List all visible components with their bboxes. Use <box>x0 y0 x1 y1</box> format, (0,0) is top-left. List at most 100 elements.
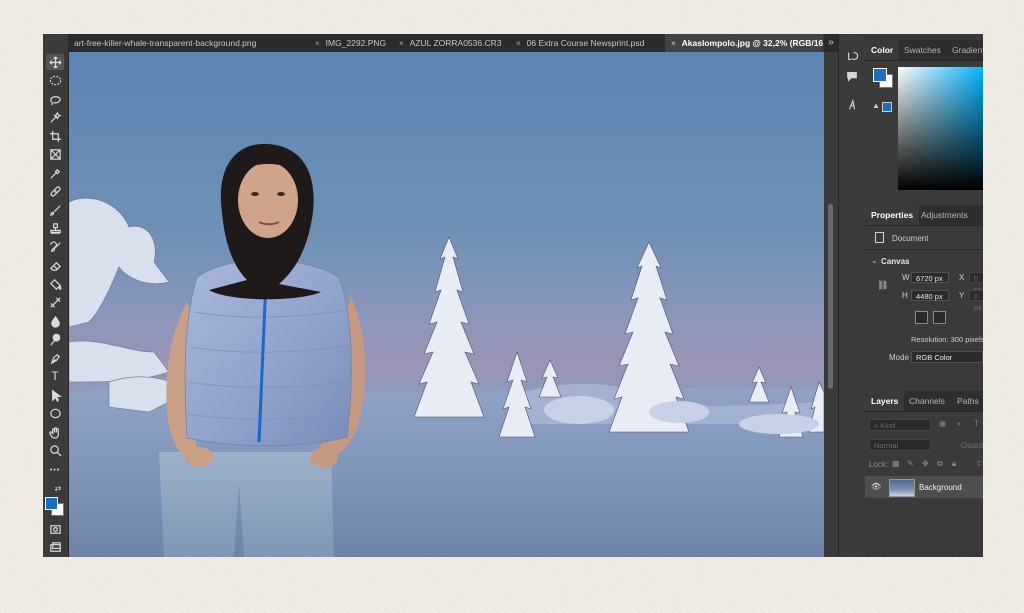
crop-icon[interactable] <box>46 128 64 144</box>
mode-select[interactable]: RGB Color <box>911 351 983 363</box>
scrollbar-thumb[interactable] <box>828 204 833 389</box>
height-input[interactable]: 4480 px <box>911 290 949 301</box>
filter-type-icon[interactable]: T <box>974 419 979 428</box>
tab-close-icon[interactable]: × <box>399 39 404 48</box>
web-safe-color-chip[interactable] <box>882 102 892 112</box>
vertical-scrollbar[interactable] <box>824 52 838 557</box>
width-input[interactable]: 6720 px <box>911 272 949 283</box>
tab-color[interactable]: Color <box>865 40 900 60</box>
tab-close-icon[interactable]: × <box>671 39 676 48</box>
zoom-icon[interactable] <box>46 442 64 458</box>
tab-extra-course[interactable]: × 06 Extra Course Newsprint.psd <box>516 34 664 52</box>
tools-panel: T ••• ⇄ <box>43 34 69 557</box>
tab-layers[interactable]: Layers <box>865 391 905 411</box>
lock-all-icon[interactable]: 🔒︎ <box>952 459 956 469</box>
swap-colors-icon[interactable]: ⇄ <box>52 480 64 496</box>
portrait-orientation-icon[interactable] <box>915 311 928 324</box>
resolution-text: Resolution: 300 pixels/inch <box>911 335 983 344</box>
stamp-icon[interactable] <box>46 220 64 236</box>
canvas-image <box>69 52 824 557</box>
document-icon <box>875 232 884 243</box>
right-panels: Color Swatches Gradient ▲ Properties Adj… <box>865 34 983 557</box>
tab-akaslompolo[interactable]: × Akaslompolo.jpg @ 32,2% (RGB/16*) <box>665 34 823 52</box>
quick-mask-icon[interactable] <box>46 521 64 537</box>
screen-mode-icon[interactable] <box>46 539 64 555</box>
properties-panel-tabs: Properties Adjustments <box>865 205 983 226</box>
lock-artboard-icon[interactable]: ⧉ <box>937 459 943 469</box>
tab-properties[interactable]: Properties <box>865 205 920 225</box>
tab-close-icon[interactable]: × <box>516 39 521 48</box>
eye-icon[interactable]: 👁︎ <box>871 482 881 491</box>
document-tabs: art-free-killer-whale-transparent-backgr… <box>68 34 823 52</box>
history-brush-icon[interactable] <box>46 239 64 255</box>
tab-azul-zorra[interactable]: × AZUL ZORRA0536.CR3 <box>399 34 509 52</box>
layer-kind-filter[interactable]: ⌕ Kind <box>869 419 931 431</box>
lasso-icon[interactable] <box>46 91 64 107</box>
bandage-icon[interactable] <box>46 183 64 199</box>
height-label: H <box>902 291 908 300</box>
color-foreground-chip[interactable] <box>873 68 887 82</box>
y-label: Y <box>959 291 965 300</box>
comment-icon[interactable] <box>844 68 860 84</box>
tab-killer-whale[interactable]: art-free-killer-whale-transparent-backgr… <box>68 34 304 52</box>
photoshop-window: T ••• ⇄ art-free-killer-whale-transparen… <box>43 34 983 557</box>
x-input[interactable]: 0 px <box>969 272 983 294</box>
fill-label: F <box>977 460 982 469</box>
mode-label: Mode <box>889 353 910 362</box>
lock-label: Lock: <box>869 460 889 469</box>
move-tool-icon[interactable] <box>46 54 64 70</box>
tab-channels[interactable]: Channels <box>903 391 951 411</box>
eraser-icon[interactable] <box>46 257 64 273</box>
paint-bucket-icon[interactable] <box>46 276 64 292</box>
brush-icon[interactable] <box>46 202 64 218</box>
ellipse-marquee-icon[interactable] <box>46 72 64 88</box>
link-dimensions-icon[interactable]: ⛓ <box>877 280 888 291</box>
lock-position-icon[interactable]: ✥ <box>922 459 929 468</box>
layer-name: Background <box>919 483 962 492</box>
quick-select-icon[interactable] <box>46 109 64 125</box>
gamut-warning-icon[interactable]: ▲ <box>872 101 880 110</box>
document-canvas[interactable] <box>69 52 824 557</box>
search-icon: ⌕ <box>874 421 879 430</box>
foreground-color-swatch[interactable] <box>45 497 58 510</box>
tab-close-icon[interactable]: × <box>315 39 320 48</box>
filter-adjustment-icon[interactable]: ◐ <box>957 419 962 428</box>
width-label: W <box>902 273 910 282</box>
collapsed-panels-strip <box>838 34 866 557</box>
filter-pixel-icon[interactable]: ▣ <box>939 419 947 428</box>
frame-icon[interactable] <box>46 146 64 162</box>
layer-thumbnail <box>889 479 915 497</box>
tab-gradient[interactable]: Gradient <box>946 40 983 60</box>
tab-swatches[interactable]: Swatches <box>898 40 947 60</box>
dodge-icon[interactable] <box>46 331 64 347</box>
arrow-icon[interactable] <box>46 387 64 403</box>
color-panel-tabs: Color Swatches Gradient <box>865 40 983 61</box>
chevron-down-icon[interactable]: ⌄ <box>871 256 878 265</box>
gradient-icon[interactable] <box>46 294 64 310</box>
color-spectrum[interactable] <box>898 67 983 190</box>
tab-adjustments[interactable]: Adjustments <box>915 205 974 225</box>
layer-row-background[interactable]: 👁︎ Background <box>865 476 983 498</box>
eyedropper-icon[interactable] <box>46 165 64 181</box>
layers-panel-tabs: Layers Channels Paths <box>865 391 983 412</box>
tab-img-2292[interactable]: × IMG_2292.PNG <box>315 34 397 52</box>
drop-icon[interactable] <box>46 313 64 329</box>
ellipsis-icon[interactable]: ••• <box>46 462 64 478</box>
opacity-label: Opacity: <box>961 441 983 450</box>
y-input[interactable]: 0 px <box>969 290 983 312</box>
history-icon[interactable] <box>844 48 860 64</box>
lock-pixels-icon[interactable]: ✎ <box>907 459 914 468</box>
blend-mode-select[interactable]: Normal <box>869 439 931 451</box>
tabs-overflow-icon[interactable]: » <box>824 34 838 52</box>
pen-icon[interactable] <box>46 350 64 366</box>
ellipse-icon[interactable] <box>46 405 64 421</box>
hand-icon[interactable] <box>46 424 64 440</box>
document-label: Document <box>892 234 929 243</box>
x-label: X <box>959 273 965 282</box>
landscape-orientation-icon[interactable] <box>933 311 946 324</box>
tab-paths[interactable]: Paths <box>951 391 983 411</box>
type-icon[interactable]: T <box>46 368 64 384</box>
canvas-section-title: Canvas <box>881 257 910 266</box>
glyphs-icon[interactable] <box>844 97 860 113</box>
lock-transparency-icon[interactable]: ▦ <box>892 459 900 468</box>
